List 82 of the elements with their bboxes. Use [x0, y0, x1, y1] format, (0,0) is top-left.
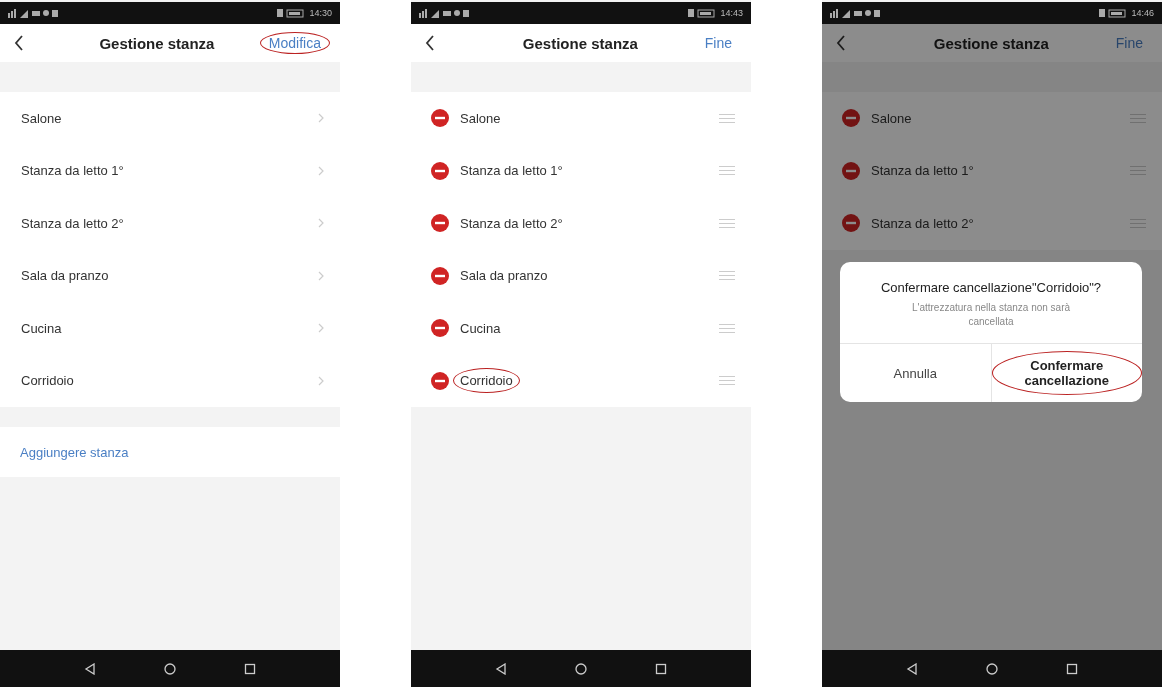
- recents-square-icon[interactable]: [244, 662, 256, 675]
- room-name: Sala da pranzo: [20, 267, 110, 286]
- status-time: 14:30: [309, 8, 332, 18]
- room-name: Stanza da letto 1°: [459, 162, 564, 181]
- room-row[interactable]: Sala da pranzo: [0, 249, 340, 302]
- room-row[interactable]: Stanza da letto 1°: [411, 144, 751, 197]
- drag-handle-icon[interactable]: [719, 271, 735, 281]
- header-action-button[interactable]: Fine: [695, 32, 741, 54]
- drag-handle-icon[interactable]: [719, 323, 735, 333]
- room-row[interactable]: Cucina: [0, 302, 340, 355]
- recents-square-icon[interactable]: [655, 662, 667, 675]
- battery-icon: [1099, 8, 1128, 18]
- status-time: 14:46: [1131, 8, 1154, 18]
- room-name: Stanza da letto 2°: [870, 214, 975, 233]
- room-name: Salone: [459, 109, 502, 128]
- back-triangle-icon[interactable]: [495, 662, 507, 675]
- screen-title: Gestione stanza: [932, 34, 1050, 52]
- battery-icon: [688, 8, 717, 18]
- status-time: 14:43: [720, 8, 743, 18]
- recents-square-icon[interactable]: [1066, 662, 1078, 675]
- room-row[interactable]: Corridoio: [0, 354, 340, 407]
- room-row[interactable]: Cucina: [411, 302, 751, 355]
- back-triangle-icon[interactable]: [906, 662, 918, 675]
- room-row[interactable]: Salone: [411, 92, 751, 145]
- room-row[interactable]: Stanza da letto 2°: [411, 197, 751, 250]
- drag-handle-icon[interactable]: [719, 166, 735, 176]
- back-icon[interactable]: [14, 35, 24, 51]
- home-circle-icon[interactable]: [986, 662, 998, 675]
- room-name: Cucina: [20, 319, 63, 338]
- room-name: Sala da pranzo: [459, 267, 549, 286]
- delete-icon[interactable]: [842, 109, 860, 128]
- home-circle-icon[interactable]: [575, 662, 587, 675]
- chevron-icon: [318, 218, 324, 229]
- signal-icon: [8, 8, 58, 18]
- delete-icon[interactable]: [431, 161, 449, 180]
- room-row[interactable]: Stanza da letto 1°: [822, 144, 1162, 197]
- delete-icon[interactable]: [431, 109, 449, 128]
- back-icon[interactable]: [425, 35, 435, 51]
- back-icon[interactable]: [836, 35, 846, 51]
- chevron-icon: [318, 165, 324, 176]
- back-triangle-icon[interactable]: [84, 662, 96, 675]
- drag-handle-icon[interactable]: [1130, 113, 1146, 123]
- dialog-message: L'attrezzatura nella stanza non sarà cancellata: [910, 301, 1072, 329]
- signal-icon: [419, 8, 469, 18]
- room-row[interactable]: Salone: [0, 92, 340, 145]
- chevron-icon: [318, 323, 324, 334]
- delete-icon[interactable]: [431, 266, 449, 285]
- room-name: Stanza da letto 1°: [870, 162, 975, 181]
- room-name: Stanza da letto 1°: [20, 162, 125, 181]
- room-row[interactable]: Stanza da letto 1°: [0, 144, 340, 197]
- screen-title: Gestione stanza: [98, 34, 216, 52]
- room-row[interactable]: Stanza da letto 2°: [0, 197, 340, 250]
- screen-title: Gestione stanza: [521, 34, 639, 52]
- delete-icon[interactable]: [842, 214, 860, 233]
- room-name: Cucina: [459, 319, 502, 338]
- room-row[interactable]: Stanza da letto 2°: [822, 197, 1162, 250]
- chevron-icon: [318, 270, 324, 281]
- dialog-button[interactable]: Annulla: [882, 358, 948, 388]
- drag-handle-icon[interactable]: [1130, 166, 1146, 176]
- drag-handle-icon[interactable]: [1130, 218, 1146, 228]
- delete-icon[interactable]: [431, 371, 449, 390]
- battery-icon: [277, 8, 306, 18]
- home-circle-icon[interactable]: [164, 662, 176, 675]
- chevron-icon: [318, 113, 324, 124]
- delete-icon[interactable]: [431, 319, 449, 338]
- delete-icon[interactable]: [842, 161, 860, 180]
- room-name: Salone: [20, 109, 63, 128]
- room-name: Salone: [870, 109, 913, 128]
- room-row[interactable]: Corridoio: [411, 354, 751, 407]
- delete-icon[interactable]: [431, 214, 449, 233]
- drag-handle-icon[interactable]: [719, 218, 735, 228]
- dialog-title: Confermare cancellazione"Corridoio"?: [879, 279, 1103, 297]
- room-row[interactable]: Salone: [822, 92, 1162, 145]
- room-row[interactable]: Sala da pranzo: [411, 249, 751, 302]
- add-room-link[interactable]: Aggiungere stanza: [20, 444, 129, 460]
- drag-handle-icon[interactable]: [719, 113, 735, 123]
- room-name: Stanza da letto 2°: [20, 214, 125, 233]
- chevron-icon: [318, 375, 324, 386]
- signal-icon: [830, 8, 880, 18]
- room-name: Corridoio: [20, 372, 75, 391]
- room-name: Stanza da letto 2°: [459, 214, 564, 233]
- drag-handle-icon[interactable]: [719, 376, 735, 386]
